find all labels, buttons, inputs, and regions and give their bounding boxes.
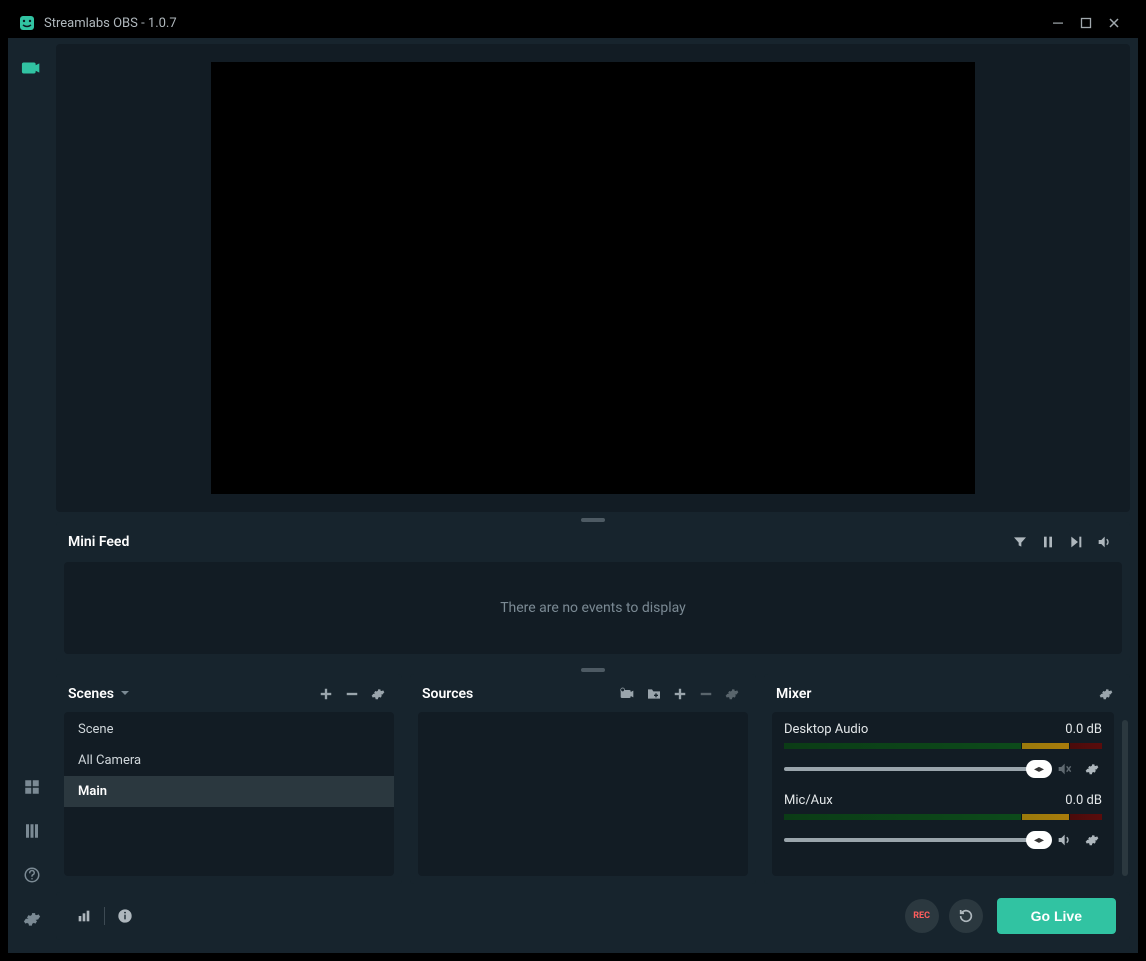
- minifeed-panel: Mini Feed: [56, 522, 1130, 662]
- mixer-body: Desktop Audio 0.0 dB ◂▸ Mic/Aux 0.0 dB ◂▸: [772, 712, 1114, 876]
- minifeed-pause-button[interactable]: [1034, 528, 1062, 556]
- mixer-track: Mic/Aux 0.0 dB ◂▸: [784, 793, 1102, 850]
- titlebar: Streamlabs OBS - 1.0.7: [8, 8, 1138, 38]
- minifeed-body: There are no events to display: [64, 562, 1122, 654]
- record-button[interactable]: REC: [905, 899, 939, 933]
- mixer-title: Mixer: [776, 686, 811, 702]
- replay-buffer-button[interactable]: [949, 899, 983, 933]
- minifeed-empty-text: There are no events to display: [500, 600, 686, 616]
- sources-settings-button[interactable]: [720, 682, 744, 706]
- scene-item[interactable]: Main: [64, 776, 394, 807]
- volume-slider[interactable]: ◂▸: [784, 838, 1046, 842]
- scenes-panel: Scenes: [56, 674, 402, 884]
- audio-meter: [784, 814, 1102, 820]
- scene-list: SceneAll CameraMain: [64, 712, 394, 876]
- audio-meter: [784, 743, 1102, 749]
- footer-info-button[interactable]: [111, 902, 139, 930]
- sources-webcam-button[interactable]: [616, 682, 640, 706]
- mixer-track-settings-button[interactable]: [1082, 759, 1102, 779]
- footer: REC Go Live: [56, 892, 1130, 940]
- sidebar-layout-button[interactable]: [12, 811, 52, 851]
- maximize-button[interactable]: [1072, 9, 1100, 37]
- scenes-add-button[interactable]: [314, 682, 338, 706]
- mixer-track-db: 0.0 dB: [1065, 793, 1102, 808]
- minifeed-filter-button[interactable]: [1006, 528, 1034, 556]
- close-button[interactable]: [1100, 9, 1128, 37]
- minimize-button[interactable]: [1044, 9, 1072, 37]
- minifeed-volume-button[interactable]: [1090, 528, 1118, 556]
- scene-item[interactable]: Scene: [64, 714, 394, 745]
- scenes-dropdown-icon[interactable]: [120, 686, 130, 702]
- sidebar: [8, 38, 56, 953]
- minifeed-title: Mini Feed: [68, 534, 129, 550]
- app-icon: [18, 14, 36, 32]
- mixer-track-name: Mic/Aux: [784, 793, 833, 808]
- footer-divider: [104, 907, 105, 925]
- app-title: Streamlabs OBS - 1.0.7: [44, 16, 177, 31]
- mixer-scrollbar[interactable]: [1122, 720, 1128, 876]
- mixer-track-db: 0.0 dB: [1065, 722, 1102, 737]
- scenes-remove-button[interactable]: [340, 682, 364, 706]
- sources-remove-button[interactable]: [694, 682, 718, 706]
- divider-handle-2[interactable]: [581, 668, 605, 672]
- scenes-title: Scenes: [68, 686, 114, 702]
- preview-area: [56, 44, 1130, 512]
- sidebar-help-button[interactable]: [12, 855, 52, 895]
- mixer-panel: Mixer Desktop Audio 0.0 dB ◂▸ Mic/Aux 0.0 dB…: [764, 674, 1130, 884]
- sources-folder-button[interactable]: [642, 682, 666, 706]
- mixer-track-name: Desktop Audio: [784, 722, 868, 737]
- record-label: REC: [913, 911, 930, 921]
- slider-knob[interactable]: ◂▸: [1026, 760, 1052, 778]
- volume-slider[interactable]: ◂▸: [784, 767, 1046, 771]
- scene-item[interactable]: All Camera: [64, 745, 394, 776]
- minifeed-skip-button[interactable]: [1062, 528, 1090, 556]
- slider-knob[interactable]: ◂▸: [1026, 831, 1052, 849]
- sources-add-button[interactable]: [668, 682, 692, 706]
- go-live-button[interactable]: Go Live: [997, 898, 1116, 934]
- preview-canvas[interactable]: [211, 62, 975, 494]
- sources-panel: Sources: [410, 674, 756, 884]
- footer-stats-button[interactable]: [70, 902, 98, 930]
- sidebar-editor-button[interactable]: [12, 48, 52, 88]
- source-list: [418, 712, 748, 876]
- mute-button[interactable]: [1054, 830, 1074, 850]
- scenes-settings-button[interactable]: [366, 682, 390, 706]
- sources-title: Sources: [422, 686, 473, 702]
- mixer-settings-button[interactable]: [1094, 682, 1118, 706]
- mute-button[interactable]: [1054, 759, 1074, 779]
- mixer-track: Desktop Audio 0.0 dB ◂▸: [784, 722, 1102, 779]
- sidebar-settings-button[interactable]: [12, 899, 52, 939]
- mixer-track-settings-button[interactable]: [1082, 830, 1102, 850]
- sidebar-dashboard-button[interactable]: [12, 767, 52, 807]
